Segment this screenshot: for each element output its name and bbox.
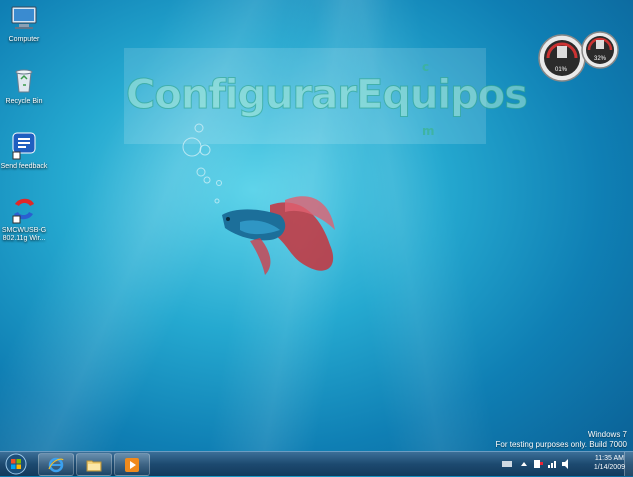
desktop-icon-send-feedback[interactable]: Send feedback <box>0 130 55 171</box>
start-button[interactable] <box>4 453 28 475</box>
desktop-icon-label: Recycle Bin <box>5 98 43 105</box>
desktop-icon-label: Send feedback <box>0 163 48 170</box>
watermark-text: ConfigurarEquipos <box>125 72 528 119</box>
show-desktop-button[interactable] <box>624 452 633 476</box>
clock-date: 1/14/2009 <box>593 464 625 471</box>
taskbar-media-player[interactable] <box>114 453 150 476</box>
clock-time: 11:35 AM <box>594 455 624 462</box>
desktop-icon-recycle-bin[interactable]: Recycle Bin <box>0 65 55 106</box>
folder-icon <box>86 460 102 472</box>
system-clock[interactable]: 11:35 AM 1/14/2009 <box>594 454 625 472</box>
os-name: Windows 7 <box>587 430 627 439</box>
memory-percent: 32% <box>594 56 607 62</box>
watermark-side-top: c <box>422 60 430 74</box>
computer-icon <box>11 6 37 29</box>
desktop-icon-smc-wireless[interactable]: SMCWUSB-G 802.11g Wir... <box>0 194 55 243</box>
os-build-info: Windows 7 For testing purposes only. Bui… <box>496 430 627 450</box>
show-hidden-icons-icon[interactable] <box>521 462 527 466</box>
desktop-icon-label: SMCWUSB-G 802.11g Wir... <box>1 227 47 242</box>
recycle-bin-icon <box>15 69 33 93</box>
smc-wireless-icon <box>12 198 34 224</box>
gauge-icon <box>538 31 619 82</box>
watermark-side-bottom: m <box>422 124 435 138</box>
taskbar: 11:35 AM 1/14/2009 <box>0 451 633 476</box>
volume-icon[interactable] <box>562 459 568 469</box>
cpu-meter-gadget[interactable]: 01% 32% <box>538 28 624 86</box>
action-center-flag-icon[interactable] <box>534 460 543 468</box>
desktop-icon-computer[interactable]: Computer <box>0 3 55 44</box>
notification-area <box>500 456 572 472</box>
network-icon[interactable] <box>548 461 556 468</box>
os-build-text: For testing purposes only. Build 7000 <box>495 440 627 449</box>
media-player-icon <box>125 458 139 472</box>
cpu-percent: 01% <box>555 67 568 73</box>
send-feedback-icon <box>12 132 36 160</box>
internet-explorer-icon <box>48 457 64 473</box>
taskbar-internet-explorer[interactable] <box>38 453 74 476</box>
desktop-icon-label: Computer <box>8 36 40 43</box>
taskbar-windows-explorer[interactable] <box>76 453 112 476</box>
keyboard-icon[interactable] <box>502 461 512 467</box>
